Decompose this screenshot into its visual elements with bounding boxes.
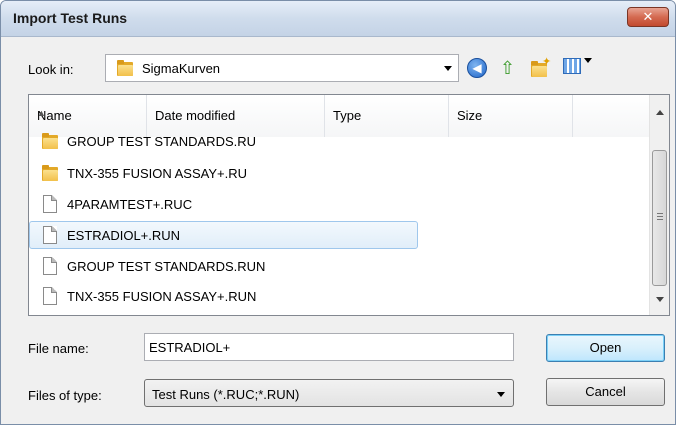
list-item[interactable]: 4PARAMTEST+.RUC [29, 190, 429, 218]
look-in-combobox[interactable]: SigmaKurven [105, 54, 459, 82]
new-folder-icon[interactable]: ✦ [529, 56, 551, 78]
file-list[interactable]: Name ▲ Date modified Type Size GROUP TES… [28, 94, 670, 316]
file-name: GROUP TEST STANDARDS.RUN [67, 259, 266, 274]
list-item[interactable]: TNX-355 FUSION ASSAY+.RUN [29, 282, 429, 310]
list-item[interactable]: GROUP TEST STANDARDS.RUN [29, 252, 429, 280]
file-type-value: Test Runs (*.RUC;*.RUN) [152, 387, 300, 402]
scroll-thumb[interactable] [652, 150, 667, 286]
window-title: Import Test Runs [13, 10, 128, 26]
file-type-label: Files of type: [28, 388, 102, 403]
column-header-size[interactable]: Size [449, 95, 573, 137]
file-type-select[interactable]: Test Runs (*.RUC;*.RUN) [144, 379, 514, 407]
view-menu-icon[interactable] [563, 58, 581, 74]
sort-ascending-icon: ▲ [37, 108, 46, 118]
folder-icon [42, 164, 60, 182]
file-icon [42, 257, 60, 275]
list-item-selected[interactable]: ESTRADIOL+.RUN [29, 221, 418, 249]
title-bar[interactable]: Import Test Runs ✕ [1, 1, 675, 37]
import-test-runs-dialog: Import Test Runs ✕ Look in: SigmaKurven … [0, 0, 676, 425]
file-name: TNX-355 FUSION ASSAY+.RUN [67, 289, 257, 304]
back-icon[interactable]: ◀ [467, 58, 487, 78]
open-button[interactable]: Open [546, 334, 665, 362]
close-button[interactable]: ✕ [627, 7, 669, 27]
file-name-input[interactable] [144, 333, 514, 361]
vertical-scrollbar[interactable] [649, 95, 669, 315]
column-header-filler [573, 95, 649, 137]
list-item[interactable]: GROUP TEST STANDARDS.RU [29, 127, 429, 155]
file-icon [42, 195, 60, 213]
navigation-toolbar: ◀ ⇧ ✦ [467, 56, 617, 80]
file-name-label: File name: [28, 341, 89, 356]
file-name: 4PARAMTEST+.RUC [67, 197, 193, 212]
look-in-value: SigmaKurven [142, 61, 221, 76]
folder-icon [42, 132, 60, 150]
file-name: ESTRADIOL+.RUN [67, 228, 181, 243]
chevron-down-icon[interactable] [444, 66, 452, 71]
look-in-label: Look in: [28, 62, 74, 77]
list-item[interactable]: TNX-355 FUSION ASSAY+.RU [29, 159, 429, 187]
scroll-down-icon[interactable] [656, 297, 664, 302]
cancel-button[interactable]: Cancel [546, 378, 665, 406]
file-icon [42, 226, 60, 244]
chevron-down-icon[interactable] [584, 58, 592, 63]
close-icon: ✕ [642, 9, 654, 24]
file-name: GROUP TEST STANDARDS.RU [67, 134, 257, 149]
chevron-down-icon[interactable] [497, 392, 505, 397]
folder-icon [117, 60, 133, 76]
file-name: TNX-355 FUSION ASSAY+.RU [67, 166, 248, 181]
grip-icon [657, 213, 663, 221]
up-folder-icon[interactable]: ⇧ [500, 58, 520, 78]
file-icon [42, 287, 60, 305]
scroll-up-icon[interactable] [656, 110, 664, 115]
